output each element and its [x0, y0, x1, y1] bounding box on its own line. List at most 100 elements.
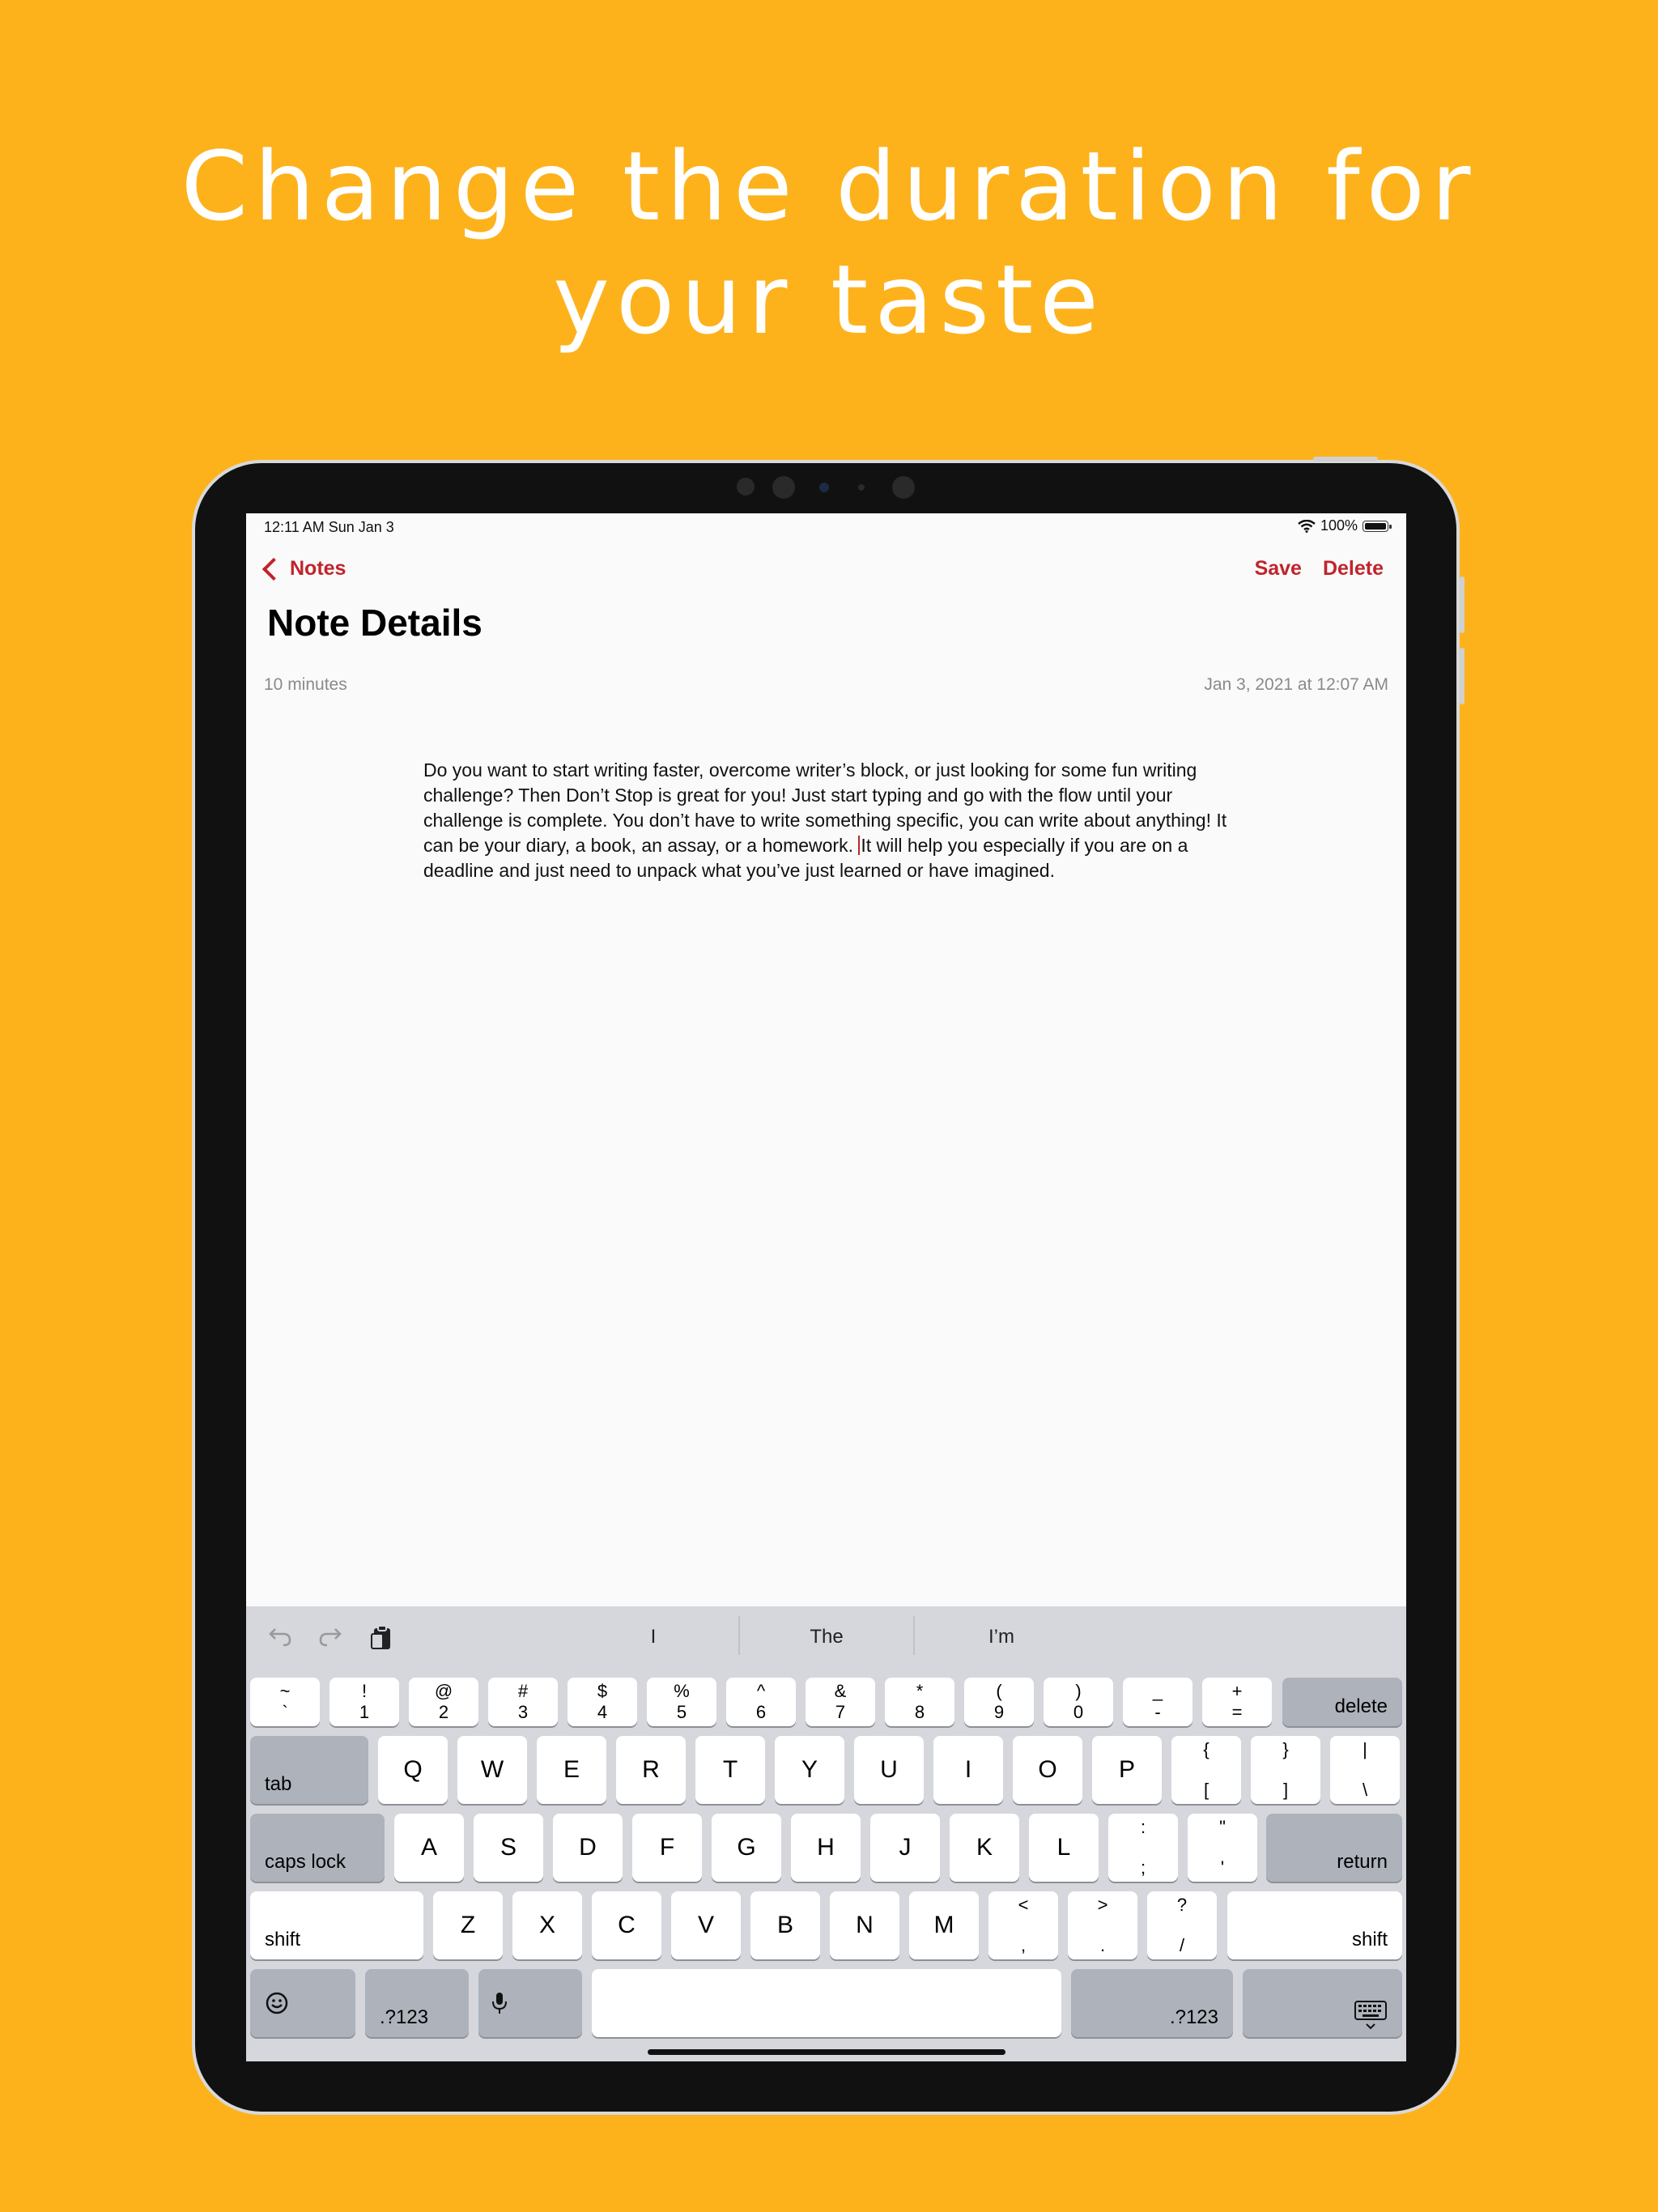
key-a[interactable]: A	[394, 1814, 464, 1882]
key-symbol-r3-1[interactable]: " '	[1188, 1814, 1257, 1882]
key-n[interactable]: N	[830, 1891, 899, 1959]
save-button[interactable]: Save	[1255, 557, 1302, 581]
key-u[interactable]: U	[854, 1736, 924, 1804]
key-number-8[interactable]: * 8	[885, 1678, 954, 1726]
key-shift-char: @	[434, 1681, 453, 1701]
key-char: ;	[1140, 1857, 1146, 1878]
key-x[interactable]: X	[512, 1891, 582, 1959]
shift-left-key[interactable]: shift	[250, 1891, 423, 1959]
key-w[interactable]: W	[457, 1736, 527, 1804]
key-char: Y	[801, 1756, 818, 1783]
numbers-key-right[interactable]: .?123	[1071, 1969, 1233, 2037]
key-shift-char: %	[674, 1681, 690, 1701]
headline: Change the duration for your taste	[0, 130, 1658, 356]
key-l[interactable]: L	[1029, 1814, 1099, 1882]
key-number-11[interactable]: _ -	[1123, 1678, 1192, 1726]
key-shift-char: $	[597, 1681, 608, 1701]
key-number-1[interactable]: ! 1	[329, 1678, 399, 1726]
key-m[interactable]: M	[909, 1891, 979, 1959]
undo-icon[interactable]	[266, 1624, 295, 1653]
key-i[interactable]: I	[933, 1736, 1003, 1804]
key-number-7[interactable]: & 7	[806, 1678, 875, 1726]
numbers-key-left[interactable]: .?123	[365, 1969, 469, 2037]
space-bar[interactable]	[592, 1969, 1061, 2037]
key-d[interactable]: D	[553, 1814, 623, 1882]
key-g[interactable]: G	[712, 1814, 781, 1882]
dismiss-keyboard-key[interactable]	[1243, 1969, 1402, 2037]
key-h[interactable]: H	[791, 1814, 861, 1882]
note-text-area[interactable]: Do you want to start writing faster, ove…	[423, 758, 1233, 883]
key-symbol-r4-2[interactable]: ? /	[1147, 1891, 1217, 1959]
caps-lock-key[interactable]: caps lock	[250, 1814, 385, 1882]
key-char: D	[579, 1834, 597, 1861]
tab-key[interactable]: tab	[250, 1736, 368, 1804]
paste-icon[interactable]	[368, 1624, 397, 1653]
key-y[interactable]: Y	[775, 1736, 844, 1804]
key-q[interactable]: Q	[378, 1736, 448, 1804]
key-b[interactable]: B	[750, 1891, 820, 1959]
key-symbol-r2-1[interactable]: }]	[1251, 1736, 1320, 1804]
key-symbol-r4-1[interactable]: >.	[1068, 1891, 1137, 1959]
key-e[interactable]: E	[537, 1736, 606, 1804]
key-symbol-r4-0[interactable]: <,	[988, 1891, 1058, 1959]
key-symbol-r2-2[interactable]: | \	[1330, 1736, 1400, 1804]
key-char: C	[618, 1912, 636, 1938]
key-o[interactable]: O	[1013, 1736, 1082, 1804]
key-shift-char: ^	[756, 1681, 766, 1701]
key-j[interactable]: J	[870, 1814, 940, 1882]
camera-dot	[737, 478, 755, 496]
key-number-6[interactable]: ^ 6	[726, 1678, 796, 1726]
key-s[interactable]: S	[474, 1814, 543, 1882]
battery-icon	[1363, 520, 1392, 532]
key-shift-char: ~	[279, 1681, 291, 1701]
key-shift-char: +	[1231, 1681, 1243, 1701]
suggestion-bar: I The I’m	[246, 1606, 1406, 1670]
key-number-5[interactable]: % 5	[647, 1678, 716, 1726]
key-number-4[interactable]: $4	[568, 1678, 637, 1726]
key-shift-char: #	[517, 1681, 529, 1701]
key-char: S	[500, 1834, 517, 1861]
key-number-2[interactable]: @2	[409, 1678, 478, 1726]
redo-icon[interactable]	[316, 1624, 345, 1653]
key-shift-char: }	[1282, 1739, 1289, 1759]
delete-button[interactable]: Delete	[1323, 557, 1384, 581]
screen: 12:11 AM Sun Jan 3 100% Notes Save Delet…	[246, 513, 1406, 2061]
key-number-9[interactable]: (9	[964, 1678, 1034, 1726]
key-r[interactable]: R	[616, 1736, 686, 1804]
camera-flash	[858, 484, 865, 491]
dictation-key[interactable]	[478, 1969, 582, 2037]
key-p[interactable]: P	[1092, 1736, 1162, 1804]
key-char: E	[563, 1756, 580, 1783]
key-t[interactable]: T	[695, 1736, 765, 1804]
suggestion-2[interactable]: The	[740, 1626, 913, 1648]
key-shift-char: &	[834, 1681, 847, 1701]
key-number-10[interactable]: ) 0	[1044, 1678, 1113, 1726]
back-label: Notes	[290, 557, 346, 580]
key-z[interactable]: Z	[433, 1891, 503, 1959]
key-f[interactable]: F	[632, 1814, 702, 1882]
key-k[interactable]: K	[950, 1814, 1019, 1882]
back-button[interactable]: Notes	[261, 557, 346, 581]
key-number-3[interactable]: #3	[488, 1678, 558, 1726]
volume-down-button	[1460, 648, 1465, 704]
suggestion-1[interactable]: I	[567, 1626, 740, 1648]
return-key[interactable]: return	[1266, 1814, 1402, 1882]
key-symbol-r3-0[interactable]: :;	[1108, 1814, 1178, 1882]
key-number-12[interactable]: + =	[1202, 1678, 1272, 1726]
keyboard-dismiss-icon	[1354, 2001, 1387, 2030]
key-char: /	[1179, 1935, 1185, 1955]
key-char: .	[1099, 1935, 1106, 1955]
key-char: '	[1220, 1857, 1225, 1878]
key-shift-char: !	[361, 1681, 368, 1701]
key-symbol-r2-0[interactable]: {[	[1171, 1736, 1241, 1804]
key-v[interactable]: V	[671, 1891, 741, 1959]
delete-key[interactable]: delete	[1282, 1678, 1402, 1726]
key-number-0[interactable]: ~ `	[250, 1678, 320, 1726]
key-c[interactable]: C	[592, 1891, 661, 1959]
suggestion-3[interactable]: I’m	[915, 1626, 1088, 1648]
emoji-key[interactable]	[250, 1969, 355, 2037]
key-char: 1	[359, 1702, 370, 1722]
key-char: 3	[517, 1702, 529, 1722]
shift-right-key[interactable]: shift	[1227, 1891, 1402, 1959]
emoji-icon	[266, 1992, 288, 2014]
